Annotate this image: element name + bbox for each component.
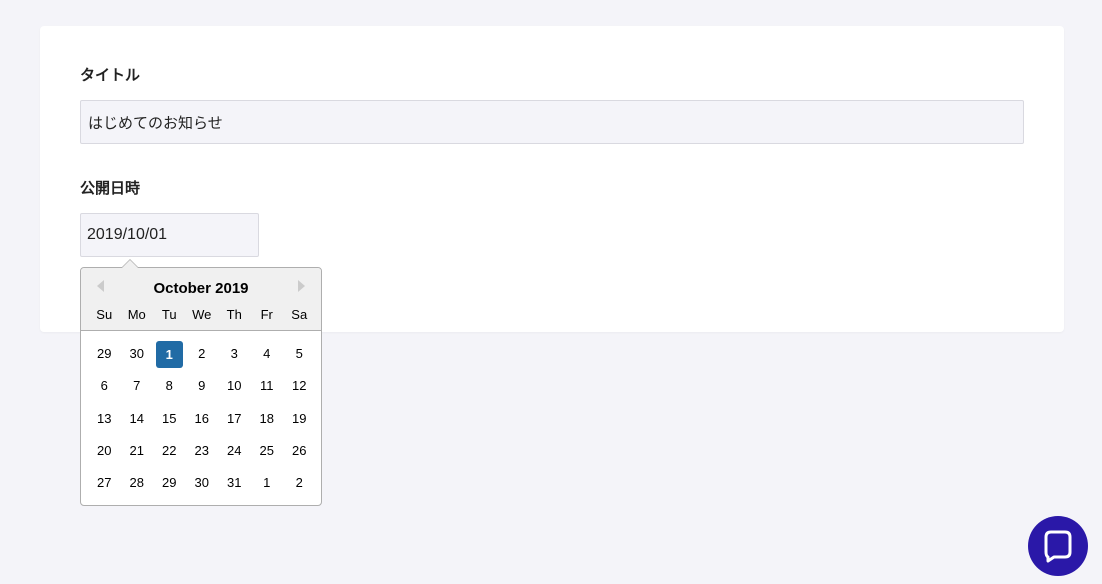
datepicker-day[interactable]: 23 [186, 438, 219, 464]
datepicker-day[interactable]: 13 [88, 406, 121, 432]
weekday-header: We [192, 307, 212, 322]
datepicker-day[interactable]: 6 [88, 373, 121, 399]
datepicker-days: 29 30 1 2 3 4 5 6 7 8 9 10 11 12 13 14 15 16 17 18 19 20 21 22 2… [88, 341, 316, 502]
weekday-header: Su [96, 307, 113, 322]
datepicker-day[interactable]: 8 [153, 373, 186, 399]
datepicker-day[interactable]: 20 [88, 438, 121, 464]
weekday-header: Th [226, 307, 242, 322]
datepicker-day-label: 30 [129, 346, 144, 361]
datepicker-day-label: 30 [194, 475, 209, 491]
datepicker-day-label: 15 [162, 410, 177, 426]
datepicker-day-label: 26 [292, 442, 307, 458]
datepicker-day-label: 6 [100, 378, 108, 394]
datepicker-month-label: October 2019 [153, 280, 249, 297]
datepicker-week-row: 6 7 8 9 10 11 12 [88, 373, 316, 405]
datepicker-day[interactable]: 24 [218, 438, 251, 464]
datepicker-day[interactable]: 30 [121, 341, 154, 367]
datepicker-caret [121, 259, 139, 268]
datepicker-day-label: 2 [198, 346, 206, 361]
datepicker-day-label: 17 [227, 410, 242, 426]
datepicker-day[interactable]: 25 [251, 438, 284, 464]
chat-bubble-icon [1044, 530, 1072, 563]
datepicker-header: October 2019 Su Mo Tu We Th Fr Sa [81, 268, 321, 331]
datepicker-day[interactable]: 12 [283, 373, 316, 399]
weekday-header: Mo [127, 307, 146, 322]
datepicker-day-label: 9 [198, 378, 206, 394]
datepicker-day[interactable]: 3 [218, 341, 251, 367]
datepicker-week-row: 27 28 29 30 31 1 2 [88, 470, 316, 502]
datepicker-day-label: 13 [97, 410, 112, 426]
title-input[interactable] [80, 100, 1024, 144]
datepicker-day[interactable]: 2 [186, 341, 219, 367]
datepicker-day[interactable]: 19 [283, 406, 316, 432]
datepicker-day-label: 31 [227, 475, 242, 491]
datepicker-day-label: 18 [259, 410, 274, 426]
datepicker-week-row: 13 14 15 16 17 18 19 [88, 406, 316, 438]
datepicker-day-label: 7 [133, 378, 141, 394]
datepicker-day[interactable]: 27 [88, 470, 121, 496]
datepicker-day[interactable]: 16 [186, 406, 219, 432]
datepicker-day-label: 10 [227, 378, 242, 394]
datepicker-day[interactable]: 14 [121, 406, 154, 432]
datepicker-day-label: 19 [292, 410, 307, 426]
datepicker-day[interactable]: 15 [153, 406, 186, 432]
datepicker-day-label: 24 [227, 442, 242, 458]
datepicker-day[interactable]: 29 [153, 470, 186, 496]
datepicker-day-label: 12 [292, 378, 307, 394]
datepicker-day[interactable]: 22 [153, 438, 186, 464]
datepicker-day[interactable]: 9 [186, 373, 219, 399]
datepicker-week-row: 20 21 22 23 24 25 26 [88, 438, 316, 470]
datepicker-day-label: 1 [155, 341, 183, 368]
datepicker-day[interactable]: 4 [251, 341, 284, 367]
datepicker-day[interactable]: 29 [88, 341, 121, 367]
datepicker-day-label: 8 [165, 378, 173, 394]
datepicker-day-label: 11 [260, 378, 274, 394]
datepicker-day-label: 5 [295, 346, 303, 361]
datepicker-popup: October 2019 Su Mo Tu We Th Fr Sa 29 30 1 2 3 4 5 6 7 8… [80, 259, 322, 506]
datepicker-day-label: 22 [162, 442, 177, 458]
chat-launcher-button[interactable] [1028, 516, 1088, 576]
datepicker-day-label: 29 [162, 475, 177, 491]
datepicker-day[interactable]: 10 [218, 373, 251, 399]
datepicker-day-label: 4 [263, 346, 271, 361]
datepicker-day-label: 2 [295, 475, 303, 491]
datepicker-day-selected[interactable]: 1 [153, 341, 186, 368]
datepicker-day[interactable]: 1 [251, 470, 284, 496]
datepicker-day[interactable]: 5 [283, 341, 316, 367]
weekday-header: Sa [291, 307, 308, 322]
datepicker-day-label: 1 [263, 475, 271, 491]
datepicker-day-label: 3 [230, 346, 238, 361]
datepicker-day[interactable]: 11 [251, 373, 284, 399]
datepicker-day[interactable]: 17 [218, 406, 251, 432]
datepicker-day[interactable]: 7 [121, 373, 154, 399]
datepicker-day-label: 21 [129, 442, 144, 458]
title-label: タイトル [80, 67, 141, 84]
datepicker-day[interactable]: 26 [283, 438, 316, 464]
datepicker-day-label: 23 [194, 442, 209, 458]
datepicker-day-label: 28 [129, 475, 144, 491]
datepicker-day[interactable]: 30 [186, 470, 219, 496]
weekday-header: Fr [260, 307, 273, 322]
datepicker-day[interactable]: 21 [121, 438, 154, 464]
datepicker-weekdays: Su Mo Tu We Th Fr Sa [88, 307, 316, 322]
weekday-header: Tu [161, 307, 177, 322]
datepicker-day-label: 25 [259, 442, 274, 458]
datepicker-day[interactable]: 31 [218, 470, 251, 496]
datepicker-day[interactable]: 18 [251, 406, 284, 432]
datepicker-day-label: 29 [97, 346, 112, 361]
datepicker-day-label: 27 [97, 475, 112, 491]
datepicker-day-label: 14 [129, 410, 144, 426]
datepicker-day-label: 16 [194, 410, 209, 426]
publish-date-input[interactable] [80, 213, 259, 257]
datepicker-week-row: 29 30 1 2 3 4 5 [88, 341, 316, 373]
datepicker-day[interactable]: 2 [283, 470, 316, 496]
publish-date-label: 公開日時 [80, 180, 141, 197]
next-month-icon[interactable] [295, 279, 309, 293]
datepicker-day[interactable]: 28 [121, 470, 154, 496]
datepicker-day-label: 20 [97, 442, 112, 458]
